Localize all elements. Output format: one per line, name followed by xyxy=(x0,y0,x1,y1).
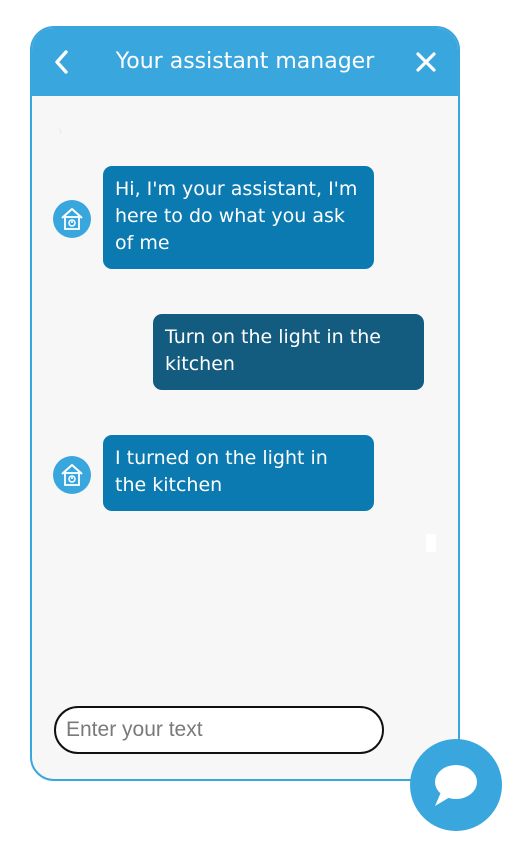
chat-window: Your assistant manager › Hi, I'm your as… xyxy=(30,26,460,781)
decorative-mark: › xyxy=(58,124,63,138)
back-button[interactable] xyxy=(48,46,76,78)
smart-home-icon xyxy=(61,208,83,230)
assistant-message: I turned on the light in the kitchen xyxy=(103,435,374,511)
assistant-avatar xyxy=(53,456,91,494)
chat-launcher-button[interactable] xyxy=(410,739,502,831)
scrollbar-thumb[interactable] xyxy=(426,534,436,552)
chevron-left-icon xyxy=(55,50,68,74)
user-message: Turn on the light in the kitchen xyxy=(153,314,424,390)
close-icon xyxy=(416,52,436,72)
close-button[interactable] xyxy=(412,48,440,76)
assistant-avatar xyxy=(53,200,91,238)
assistant-message: Hi, I'm your assistant, I'm here to do w… xyxy=(103,166,374,269)
chat-title: Your assistant manager xyxy=(115,49,375,74)
message-input[interactable] xyxy=(54,706,384,754)
chat-bubble-icon xyxy=(435,765,477,806)
chat-header: Your assistant manager xyxy=(32,28,458,96)
smart-home-icon xyxy=(61,464,83,486)
